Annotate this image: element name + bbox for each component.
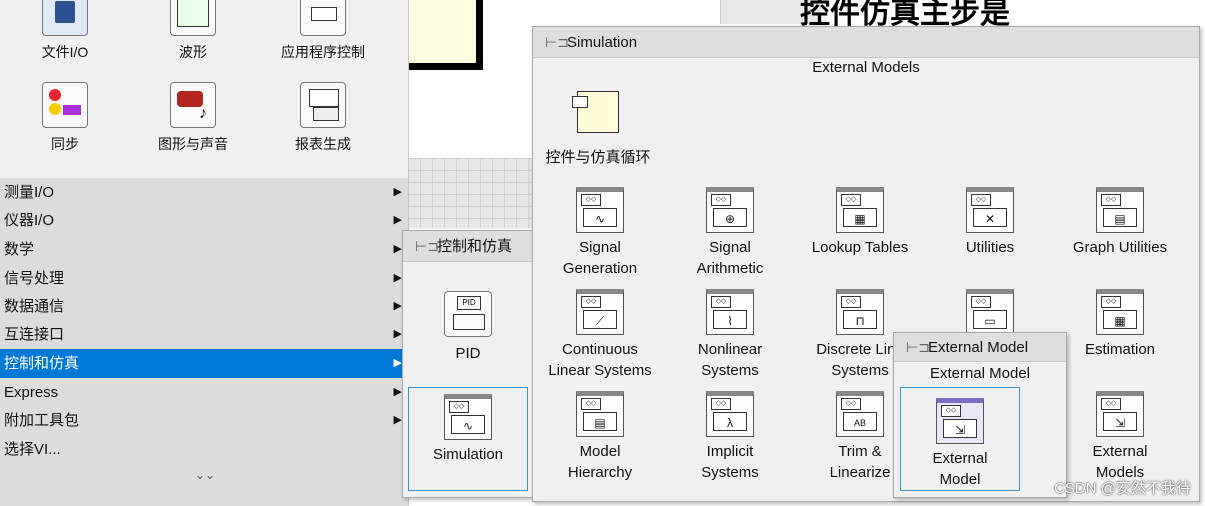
palette-item-app-control[interactable]: 应用程序控制 — [258, 0, 388, 62]
estimation-icon: ◇◇ ▦ — [1096, 289, 1144, 335]
menu-item-signal-processing[interactable]: 信号处理 ▶ — [0, 264, 408, 293]
palette-item-pid[interactable]: PID PID — [403, 291, 533, 364]
submenu-arrow-icon: ▶ — [393, 186, 402, 198]
simulation-palette-header[interactable]: ⊢⊐Simulation — [533, 27, 1199, 58]
submenu-arrow-icon: ▶ — [393, 300, 402, 312]
nonlinear-icon: ◇◇ ⌇ — [706, 289, 754, 335]
section-title: External Models — [812, 59, 920, 76]
pin-icon[interactable]: ⊢⊐ — [906, 333, 930, 361]
palette-item-graph-utilities[interactable]: ◇◇ ▤ Graph Utilities — [1055, 187, 1185, 258]
model-hierarchy-icon: ◇◇ ▤ — [576, 391, 624, 437]
sync-icon — [42, 82, 88, 128]
palette-item-sync[interactable]: 同步 — [0, 82, 130, 154]
optimization-icon: ◇◇ ▭ — [966, 289, 1014, 335]
menu-item-instrument-io[interactable]: 仪器I/O ▶ — [0, 206, 408, 235]
graphics-sound-icon: ♪ — [170, 82, 216, 128]
palette-item-signal-generation[interactable]: ◇◇ ∿ Signal Generation — [535, 187, 665, 279]
trim-linearize-icon: ◇◇ AB — [836, 391, 884, 437]
category-menu: 测量I/O ▶ 仪器I/O ▶ 数学 ▶ 信号处理 ▶ 数据通信 ▶ 互连接口 ▶ 控制和仿… — [0, 178, 408, 506]
submenu-arrow-icon: ▶ — [393, 357, 402, 369]
menu-item-select-vi[interactable]: 选择VI... — [0, 435, 408, 464]
palette-item-external-models[interactable]: ◇◇ ⇲ External Models — [1055, 391, 1185, 483]
simulation-palette: ⊢⊐Simulation External Models 控件与仿真循环 ◇◇ ∿… — [532, 26, 1200, 502]
submenu-arrow-icon: ▶ — [393, 386, 402, 398]
expand-chevron-icon[interactable]: ⌄⌄ — [195, 468, 215, 482]
implicit-systems-icon: ◇◇ λ — [706, 391, 754, 437]
palette-item-signal-arithmetic[interactable]: ◇◇ ⊕ Signal Arithmetic — [665, 187, 795, 279]
palette-item-waveform[interactable]: 波形 — [128, 0, 258, 62]
palette-item-graphics-sound[interactable]: ♪ 图形与声音 — [128, 82, 258, 154]
palette-item-simulation[interactable]: ◇◇ ∿ Simulation — [408, 387, 528, 491]
control-palette-header[interactable]: ⊢⊐控制和仿真 — [403, 231, 543, 262]
palette-item-control-sim-loop[interactable]: 控件与仿真循环 — [533, 91, 663, 168]
control-sim-loop-icon — [572, 91, 619, 133]
submenu-arrow-icon: ▶ — [393, 328, 402, 340]
submenu-arrow-icon: ▶ — [393, 272, 402, 284]
pid-icon: PID — [444, 291, 492, 337]
palette-item-file-io[interactable]: 文件I/O — [0, 0, 130, 62]
pin-icon[interactable]: ⊢⊐ — [415, 231, 439, 261]
watermark: CSDN @安然不我待 — [1054, 480, 1191, 497]
utilities-icon: ◇◇ ✕ — [966, 187, 1014, 233]
menu-item-data-communication[interactable]: 数据通信 ▶ — [0, 292, 408, 321]
report-icon — [300, 82, 346, 128]
pin-icon[interactable]: ⊢⊐ — [545, 27, 569, 57]
palette-item-external-model[interactable]: ◇◇ ⇲ External Model — [900, 387, 1020, 491]
external-models-icon: ◇◇ ⇲ — [1096, 391, 1144, 437]
external-model-palette-header[interactable]: ⊢⊐External Model — [894, 333, 1066, 362]
simulation-icon: ◇◇ ∿ — [444, 394, 492, 440]
menu-item-math[interactable]: 数学 ▶ — [0, 235, 408, 264]
external-model-section-title: External Model — [929, 365, 1031, 382]
continuous-linear-icon: ◇◇ ⟋ — [576, 289, 624, 335]
palette-item-report[interactable]: 报表生成 — [258, 82, 388, 154]
palette-item-model-hierarchy[interactable]: ◇◇ ▤ Model Hierarchy — [535, 391, 665, 483]
palette-item-lookup-tables[interactable]: ◇◇ ▦ Lookup Tables — [795, 187, 925, 258]
palette-item-estimation[interactable]: ◇◇ ▦ Estimation — [1055, 289, 1185, 360]
menu-item-control-simulation[interactable]: 控制和仿真 ▶ — [0, 349, 408, 378]
menu-item-addons[interactable]: 附加工具包 ▶ — [0, 406, 408, 435]
lookup-tables-icon: ◇◇ ▦ — [836, 187, 884, 233]
submenu-arrow-icon: ▶ — [393, 243, 402, 255]
graph-utilities-icon: ◇◇ ▤ — [1096, 187, 1144, 233]
discrete-linear-icon: ◇◇ ⊓ — [836, 289, 884, 335]
signal-arithmetic-icon: ◇◇ ⊕ — [706, 187, 754, 233]
signal-generation-icon: ◇◇ ∿ — [576, 187, 624, 233]
control-simulation-palette: ⊢⊐控制和仿真 PID PID ◇◇ ∿ Simulation — [402, 230, 544, 498]
menu-item-measurement-io[interactable]: 测量I/O ▶ — [0, 178, 408, 207]
submenu-arrow-icon: ▶ — [393, 214, 402, 226]
diagram-frame — [405, 0, 483, 70]
file-io-icon — [42, 0, 88, 36]
diagram-grid — [408, 158, 538, 228]
menu-item-express[interactable]: Express ▶ — [0, 378, 408, 407]
external-model-palette: ⊢⊐External Model External Model ◇◇ ⇲ Exte… — [893, 332, 1067, 498]
palette-item-nonlinear[interactable]: ◇◇ ⌇ Nonlinear Systems — [665, 289, 795, 381]
app-control-icon — [300, 0, 346, 36]
external-model-icon: ◇◇ ⇲ — [936, 398, 984, 444]
palette-item-continuous-linear[interactable]: ◇◇ ⟋ Continuous Linear Systems — [535, 289, 665, 381]
submenu-arrow-icon: ▶ — [393, 414, 402, 426]
palette-item-implicit-systems[interactable]: ◇◇ λ Implicit Systems — [665, 391, 795, 483]
menu-item-connectivity[interactable]: 互连接口 ▶ — [0, 320, 408, 349]
palette-item-utilities[interactable]: ◇◇ ✕ Utilities — [925, 187, 1055, 258]
waveform-icon — [170, 0, 216, 36]
